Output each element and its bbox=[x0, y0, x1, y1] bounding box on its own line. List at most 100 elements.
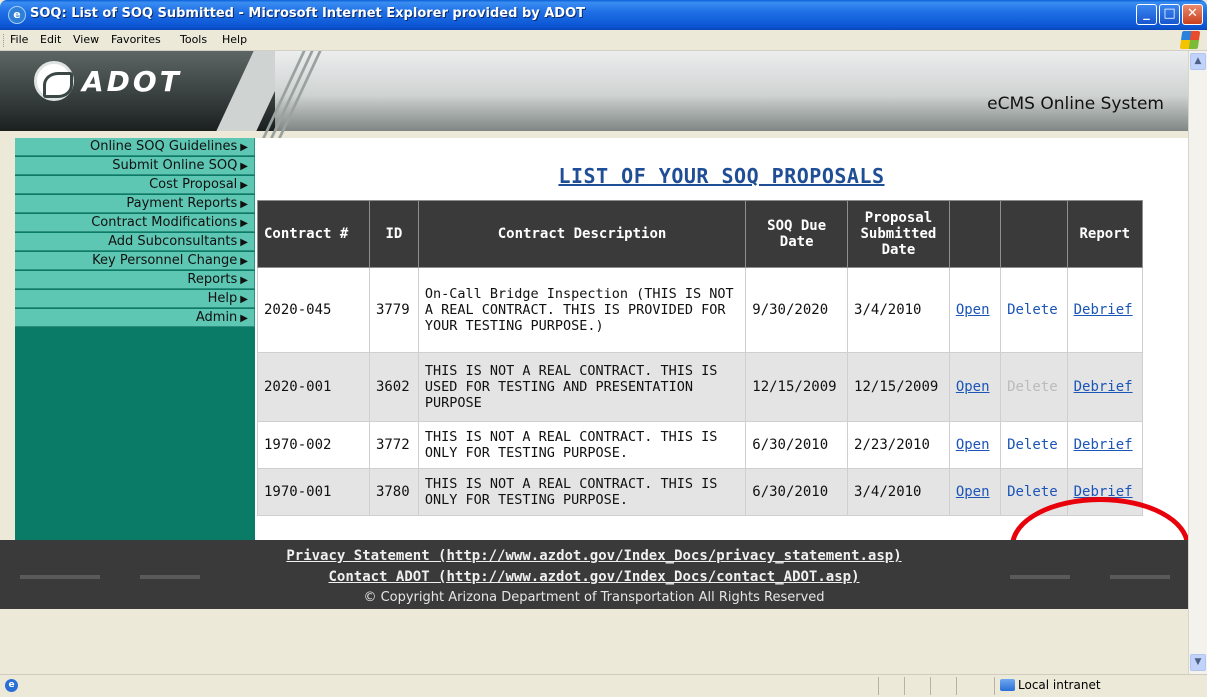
menu-favorites[interactable]: Favorites bbox=[111, 33, 161, 46]
delete-link[interactable]: Delete bbox=[1007, 302, 1058, 318]
sidebar-item-label: Payment Reports bbox=[126, 196, 238, 211]
table-row: 2020-001 3602 THIS IS NOT A REAL CONTRAC… bbox=[257, 352, 1144, 422]
adot-emblem-icon bbox=[34, 61, 74, 101]
sidebar-item-label: Key Personnel Change bbox=[92, 253, 238, 268]
menu-file[interactable]: File bbox=[10, 33, 28, 46]
debrief-link[interactable]: Debrief bbox=[1074, 302, 1133, 318]
intranet-zone-icon bbox=[1000, 679, 1015, 691]
scroll-down-icon[interactable]: ▼ bbox=[1190, 654, 1206, 671]
delete-link-disabled: Delete bbox=[1007, 379, 1058, 395]
page-status-icon: e bbox=[5, 679, 18, 692]
sidebar-item-submit-online-soq[interactable]: Submit Online SOQ ▶ bbox=[15, 157, 255, 175]
debrief-link[interactable]: Debrief bbox=[1074, 437, 1133, 453]
table-row: 1970-001 3780 THIS IS NOT A REAL CONTRAC… bbox=[257, 468, 1144, 516]
sidebar-item-cost-proposal[interactable]: Cost Proposal ▶ bbox=[15, 176, 255, 194]
sidebar-item-online-soq-guidelines[interactable]: Online SOQ Guidelines ▶ bbox=[15, 138, 255, 156]
page-footer: Privacy Statement (http://www.azdot.gov/… bbox=[0, 540, 1188, 609]
open-link[interactable]: Open bbox=[956, 379, 990, 395]
cell-submitted-date: 2/23/2010 bbox=[847, 421, 950, 469]
vertical-scrollbar[interactable]: ▲ ▼ bbox=[1188, 51, 1207, 674]
cell-contract: 1970-001 bbox=[257, 468, 370, 516]
privacy-statement-link[interactable]: Privacy Statement (http://www.azdot.gov/… bbox=[0, 548, 1188, 564]
cell-id: 3780 bbox=[368, 468, 419, 516]
triangle-right-icon: ▶ bbox=[240, 313, 248, 324]
triangle-right-icon: ▶ bbox=[240, 237, 248, 248]
triangle-right-icon: ▶ bbox=[240, 256, 248, 267]
column-header-id: ID bbox=[368, 200, 419, 268]
menu-help[interactable]: Help bbox=[222, 33, 247, 46]
window-title-bar[interactable]: e SOQ: List of SOQ Submitted - Microsoft… bbox=[0, 0, 1207, 30]
triangle-right-icon: ▶ bbox=[240, 161, 248, 172]
minimize-button[interactable]: _ bbox=[1136, 4, 1157, 25]
cell-open: Open bbox=[948, 421, 1002, 469]
sidebar-item-help[interactable]: Help ▶ bbox=[15, 290, 255, 308]
cell-open: Open bbox=[948, 267, 1002, 353]
close-button[interactable]: ✕ bbox=[1182, 4, 1203, 25]
ie-icon: e bbox=[8, 6, 26, 24]
contact-adot-link[interactable]: Contact ADOT (http://www.azdot.gov/Index… bbox=[0, 569, 1188, 585]
sidebar-item-label: Contract Modifications bbox=[91, 215, 238, 230]
cell-open: Open bbox=[948, 468, 1002, 516]
cell-id: 3779 bbox=[368, 267, 419, 353]
sidebar-item-contract-modifications[interactable]: Contract Modifications ▶ bbox=[15, 214, 255, 232]
sidebar-item-add-subconsultants[interactable]: Add Subconsultants ▶ bbox=[15, 233, 255, 251]
toolbar-grip[interactable] bbox=[3, 34, 6, 47]
cell-contract: 2020-001 bbox=[257, 352, 370, 422]
menu-bar: File Edit View Favorites Tools Help bbox=[0, 30, 1207, 51]
soq-table: Contract # ID Contract Description SOQ D… bbox=[257, 200, 1144, 516]
sidebar-item-label: Cost Proposal bbox=[149, 177, 238, 192]
main-content: LIST OF YOUR SOQ PROPOSALS Contract # ID… bbox=[255, 138, 1188, 540]
sidebar-item-reports[interactable]: Reports ▶ bbox=[15, 271, 255, 289]
privacy-statement-label: Privacy Statement (http://www.azdot.gov/… bbox=[286, 548, 902, 564]
sidebar-item-key-personnel-change[interactable]: Key Personnel Change ▶ bbox=[15, 252, 255, 270]
sidebar-item-label: Submit Online SOQ bbox=[112, 158, 238, 173]
copyright-text: © Copyright Arizona Department of Transp… bbox=[363, 590, 825, 605]
cell-due-date: 6/30/2010 bbox=[745, 421, 849, 469]
status-pane-divider bbox=[994, 677, 995, 695]
cell-contract: 1970-002 bbox=[257, 421, 370, 469]
cell-delete: Delete bbox=[1000, 267, 1068, 353]
cell-report: Debrief bbox=[1066, 421, 1144, 469]
menu-edit[interactable]: Edit bbox=[40, 33, 61, 46]
scroll-up-icon[interactable]: ▲ bbox=[1190, 53, 1206, 70]
cell-delete: Delete bbox=[1000, 352, 1068, 422]
delete-link[interactable]: Delete bbox=[1007, 484, 1058, 500]
sidebar-item-payment-reports[interactable]: Payment Reports ▶ bbox=[15, 195, 255, 213]
column-header-report: Report bbox=[1066, 200, 1144, 268]
status-bar: e Local intranet bbox=[0, 674, 1207, 697]
cell-due-date: 12/15/2009 bbox=[745, 352, 849, 422]
triangle-right-icon: ▶ bbox=[240, 294, 248, 305]
logo-panel: ADOT bbox=[0, 51, 275, 131]
status-pane-divider bbox=[930, 677, 931, 695]
debrief-link[interactable]: Debrief bbox=[1074, 379, 1133, 395]
adot-logo[interactable]: ADOT bbox=[82, 65, 182, 98]
header-banner: ADOT eCMS Online System bbox=[0, 51, 1188, 141]
sidebar-item-label: Reports bbox=[187, 272, 238, 287]
sidebar-nav: Online SOQ Guidelines ▶ Submit Online SOQ… bbox=[15, 138, 255, 540]
cell-description: On-Call Bridge Inspection (THIS IS NOT A… bbox=[417, 267, 747, 353]
open-link[interactable]: Open bbox=[956, 302, 990, 318]
system-name: eCMS Online System bbox=[987, 94, 1164, 114]
column-header-open bbox=[948, 200, 1002, 268]
security-zone-label: Local intranet bbox=[1018, 678, 1101, 692]
triangle-right-icon: ▶ bbox=[240, 180, 248, 191]
cell-description: THIS IS NOT A REAL CONTRACT. THIS IS ONL… bbox=[417, 468, 747, 516]
table-header-row: Contract # ID Contract Description SOQ D… bbox=[257, 200, 1144, 268]
cell-contract: 2020-045 bbox=[257, 267, 370, 353]
open-link[interactable]: Open bbox=[956, 484, 990, 500]
menu-view[interactable]: View bbox=[73, 33, 99, 46]
cell-description: THIS IS NOT A REAL CONTRACT. THIS IS ONL… bbox=[417, 421, 747, 469]
delete-link[interactable]: Delete bbox=[1007, 437, 1058, 453]
cell-due-date: 9/30/2020 bbox=[745, 267, 849, 353]
column-header-submitted-date: Proposal Submitted Date bbox=[847, 200, 950, 268]
sidebar-item-admin[interactable]: Admin ▶ bbox=[15, 309, 255, 327]
page-title: LIST OF YOUR SOQ PROPOSALS bbox=[558, 164, 885, 188]
open-link[interactable]: Open bbox=[956, 437, 990, 453]
maximize-button[interactable]: □ bbox=[1159, 4, 1180, 25]
banner-stripes bbox=[260, 51, 327, 141]
column-header-delete bbox=[1000, 200, 1068, 268]
table-row: 1970-002 3772 THIS IS NOT A REAL CONTRAC… bbox=[257, 421, 1144, 469]
menu-tools[interactable]: Tools bbox=[180, 33, 207, 46]
column-header-soq-due-date: SOQ Due Date bbox=[745, 200, 849, 268]
sidebar-item-label: Add Subconsultants bbox=[108, 234, 238, 249]
